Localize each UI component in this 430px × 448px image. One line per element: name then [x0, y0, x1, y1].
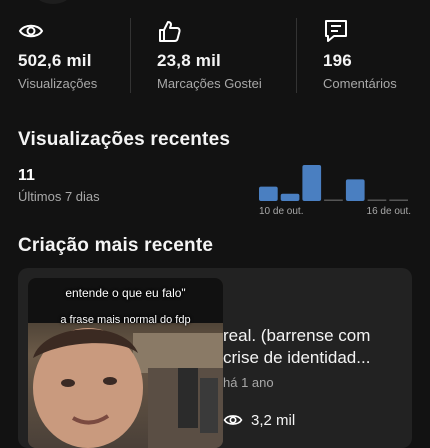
chart-bar-13 de out.[interactable] — [324, 199, 343, 202]
chart-bar-10 de out.[interactable] — [259, 186, 278, 201]
thumbnail-caption-mid: a frase mais normal do fdp — [60, 314, 191, 326]
chart-bar-11 de out.[interactable] — [280, 193, 300, 201]
thumbnail-caption-top: entende o que eu falo" — [65, 286, 186, 300]
video-thumbnail[interactable]: entende o que eu falo" a frase mais norm… — [28, 278, 223, 448]
video-title[interactable]: real. (barrense com crise de identidad..… — [223, 325, 398, 369]
chart-tick-label-start: 10 de out. — [259, 206, 303, 217]
chart-bar-15 de out.[interactable] — [367, 199, 387, 202]
stat-comments-label: Comentários — [323, 76, 397, 91]
latest-video-card[interactable]: entende o que eu falo" a frase mais norm… — [18, 268, 412, 448]
recent-views-title: Visualizações recentes — [18, 129, 231, 150]
stat-views-label: Visualizações — [18, 76, 98, 91]
stat-comments-value: 196 — [323, 51, 352, 70]
recent-views-count: 11 — [18, 167, 35, 184]
eye-icon — [223, 415, 243, 425]
divider — [296, 18, 297, 93]
chart-bar-16 de out.[interactable] — [389, 199, 408, 202]
stat-views[interactable]: 502,6 mil Visualizações — [18, 18, 97, 91]
video-views-count: 3,2 mil — [251, 411, 296, 429]
thumbs-up-icon — [159, 21, 181, 42]
stat-views-value: 502,6 mil — [18, 51, 92, 70]
chart-tick-label-end: 16 de out. — [367, 206, 411, 217]
latest-creation-title: Criação mais recente — [18, 235, 214, 256]
thumbnail-image — [28, 278, 223, 448]
recent-views-range: Últimos 7 dias — [18, 189, 100, 204]
video-title-line2: crise de identidad... — [223, 348, 371, 367]
stat-comments[interactable]: 196 Comentários — [323, 18, 397, 91]
stat-likes-value: 23,8 mil — [157, 51, 221, 70]
stats-row: 502,6 mil Visualizações 23,8 mil Marcaçõ… — [0, 0, 430, 110]
chart-bar-12 de out.[interactable] — [302, 165, 322, 201]
chart-bar-14 de out.[interactable] — [345, 179, 365, 201]
recent-views-chart[interactable]: 10 de out. 16 de out. — [255, 160, 415, 220]
video-title-line1: real. (barrense com — [223, 326, 371, 345]
video-views: 3,2 mil — [223, 410, 295, 430]
eye-icon — [18, 24, 44, 38]
comment-icon — [325, 20, 347, 42]
video-time-ago: há 1 ano — [223, 375, 274, 390]
stat-likes-label: Marcações Gostei — [157, 76, 262, 91]
divider — [130, 18, 131, 93]
stat-likes[interactable]: 23,8 mil Marcações Gostei — [157, 18, 262, 91]
